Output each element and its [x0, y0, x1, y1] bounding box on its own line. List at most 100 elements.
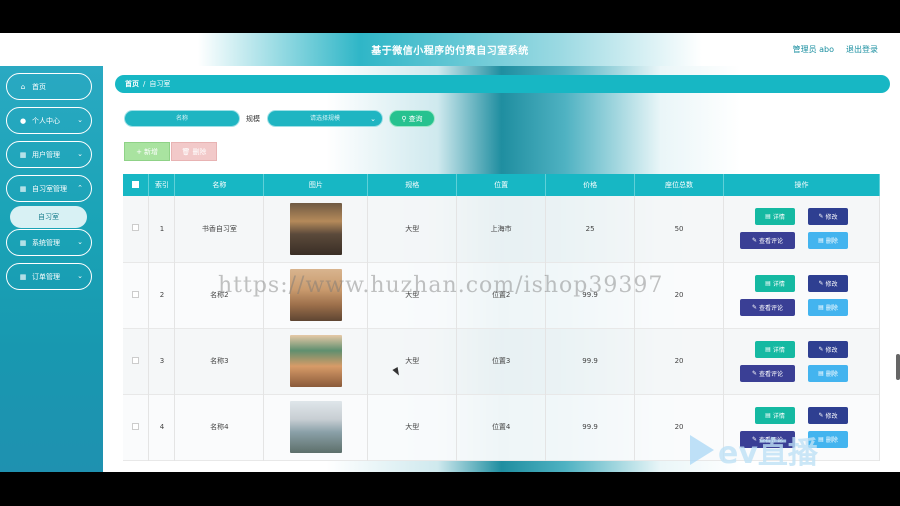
delete-button[interactable]: ▤ 删除 — [807, 364, 848, 382]
query-button[interactable]: ⚲ 查询 — [389, 110, 435, 127]
view-reviews-button[interactable]: ✎ 查看评论 — [739, 232, 795, 250]
batch-delete-button[interactable]: 🗑 删除 — [171, 142, 217, 161]
batch-delete-label: 删除 — [192, 147, 207, 156]
cell-seats: 50 — [634, 196, 724, 262]
cell-price: 99.9 — [545, 328, 636, 394]
detail-button[interactable]: ▤ 详情 — [754, 208, 795, 226]
column-header: 操作 — [723, 174, 881, 196]
chevron-down-icon: ⌄ — [77, 272, 83, 280]
cell-index: 1 — [148, 196, 176, 262]
row-select-cell[interactable] — [123, 394, 150, 460]
edit-icon: ✎ — [818, 411, 824, 419]
sidebar-item-users[interactable]: ▦ 用户管理 ⌄ — [6, 141, 92, 168]
table-row[interactable]: 3 名称3 大型 位置3 99.9 20 ▤ 详情 ✎ 修改 ✎ 查看评论 ▤ 删除 — [123, 328, 881, 394]
detail-button[interactable]: ▤ 详情 — [754, 274, 795, 292]
row-checkbox[interactable] — [132, 422, 140, 430]
row-checkbox[interactable] — [132, 290, 140, 298]
logout-link[interactable]: 退出登录 — [846, 44, 878, 55]
sidebar-item-orders[interactable]: ▦ 订单管理 ⌄ — [6, 263, 92, 290]
cell-index: 4 — [148, 394, 176, 460]
sidebar-subitem-studyroom[interactable]: 自习室 — [10, 206, 87, 228]
row-select-cell[interactable] — [123, 196, 150, 262]
cell-price: 25 — [545, 196, 636, 262]
add-button[interactable]: + 新增 — [124, 142, 170, 161]
scrollbar-handle[interactable] — [896, 354, 900, 380]
column-header: 价格 — [545, 174, 636, 196]
chevron-up-icon: ⌃ — [77, 184, 83, 192]
sidebar-item-label: 订单管理 — [32, 272, 60, 281]
sidebar-item-personal[interactable]: ● 个人中心 ⌄ — [6, 107, 92, 134]
sidebar-item-label: 自习室管理 — [32, 184, 67, 193]
select-all-checkbox[interactable] — [132, 180, 140, 188]
cell-location: 位置3 — [456, 328, 547, 394]
sidebar-item-studyroom-mgmt[interactable]: ▦ 自习室管理 ⌃ — [6, 175, 92, 202]
column-header: 座位总数 — [634, 174, 724, 196]
trash-icon: ▤ — [818, 303, 824, 311]
chevron-down-icon: ⌄ — [77, 238, 83, 246]
studyroom-table: 索引 名称 图片 规格 位置 价格 座位总数 操作 1 书香自习室 大型 上海市… — [123, 174, 881, 461]
cell-index: 2 — [148, 262, 176, 328]
trash-icon: ▤ — [818, 369, 824, 377]
scale-select-placeholder: 请选择规模 — [309, 115, 340, 122]
grid-icon: ▦ — [19, 272, 27, 281]
detail-icon: ▤ — [765, 345, 771, 353]
row-checkbox[interactable] — [132, 356, 140, 364]
row-select-cell[interactable] — [123, 262, 150, 328]
chevron-down-icon: ⌄ — [77, 150, 83, 158]
cell-index: 3 — [148, 328, 176, 394]
sidebar-item-label: 个人中心 — [32, 116, 60, 125]
column-header: 索引 — [148, 174, 176, 196]
cell-ops: ▤ 详情 ✎ 修改 ✎ 查看评论 ▤ 删除 — [723, 328, 881, 394]
sidebar-item-home[interactable]: ⌂ 首页 — [6, 73, 92, 100]
row-select-cell[interactable] — [123, 328, 150, 394]
cell-scale: 大型 — [367, 394, 458, 460]
chevron-down-icon: ⌄ — [370, 115, 376, 123]
sidebar-item-system[interactable]: ▦ 系统管理 ⌄ — [6, 229, 92, 256]
sidebar-item-label: 用户管理 — [32, 150, 60, 159]
classroom-image — [289, 335, 342, 387]
main-content: 首页 / 自习室 名称 规模 请选择规模 ⌄ ⚲ 查询 + 新增 🗑 删除 索引… — [103, 66, 900, 472]
edit-button[interactable]: ✎ 修改 — [807, 340, 848, 358]
column-header: 位置 — [456, 174, 547, 196]
detail-icon: ▤ — [765, 213, 771, 221]
table-row[interactable]: 1 书香自习室 大型 上海市 25 50 ▤ 详情 ✎ 修改 ✎ 查看评论 ▤ 删除 — [123, 196, 881, 262]
edit-icon: ✎ — [818, 345, 824, 353]
edit-button[interactable]: ✎ 修改 — [807, 406, 848, 424]
add-button-label: 新增 — [143, 147, 158, 156]
breadcrumb: 首页 / 自习室 — [115, 75, 890, 93]
user-icon: ● — [19, 116, 27, 125]
edit-label: 修改 — [825, 412, 838, 420]
name-search-input[interactable]: 名称 — [124, 110, 240, 127]
scale-label: 规模 — [246, 115, 260, 123]
home-icon: ⌂ — [20, 82, 26, 91]
detail-button[interactable]: ▤ 详情 — [754, 406, 795, 424]
edit-button[interactable]: ✎ 修改 — [807, 274, 848, 292]
edit-label: 修改 — [825, 214, 838, 222]
top-header: 基于微信小程序的付费自习室系统 管理员 abo 退出登录 — [0, 33, 900, 66]
scale-select[interactable]: 请选择规模 ⌄ — [267, 110, 383, 127]
user-name: 管理员 abo — [792, 45, 834, 54]
edit-icon: ✎ — [818, 279, 824, 287]
delete-button[interactable]: ▤ 删除 — [807, 232, 848, 250]
delete-label: 删除 — [825, 436, 838, 444]
query-button-label: 查询 — [408, 114, 423, 123]
cell-image — [263, 196, 369, 262]
cell-image — [263, 394, 369, 460]
watermark-text: https://www.huzhan.com/ishop39397 — [218, 273, 664, 298]
edit-icon: ✎ — [751, 237, 757, 245]
view-reviews-button[interactable]: ✎ 查看评论 — [739, 364, 795, 382]
header-select-all[interactable] — [123, 174, 150, 196]
detail-button[interactable]: ▤ 详情 — [754, 340, 795, 358]
cell-price: 99.9 — [545, 394, 636, 460]
detail-icon: ▤ — [765, 411, 771, 419]
view-reviews-button[interactable]: ✎ 查看评论 — [739, 298, 795, 316]
cell-name: 书香自习室 — [174, 196, 265, 262]
row-checkbox[interactable] — [132, 224, 140, 232]
cell-scale: 大型 — [367, 196, 458, 262]
detail-label: 详情 — [772, 214, 785, 222]
breadcrumb-home[interactable]: 首页 — [125, 79, 139, 89]
trash-icon: 🗑 — [181, 147, 191, 156]
delete-button[interactable]: ▤ 删除 — [807, 298, 848, 316]
classroom-image — [289, 401, 342, 453]
edit-button[interactable]: ✎ 修改 — [807, 208, 848, 226]
